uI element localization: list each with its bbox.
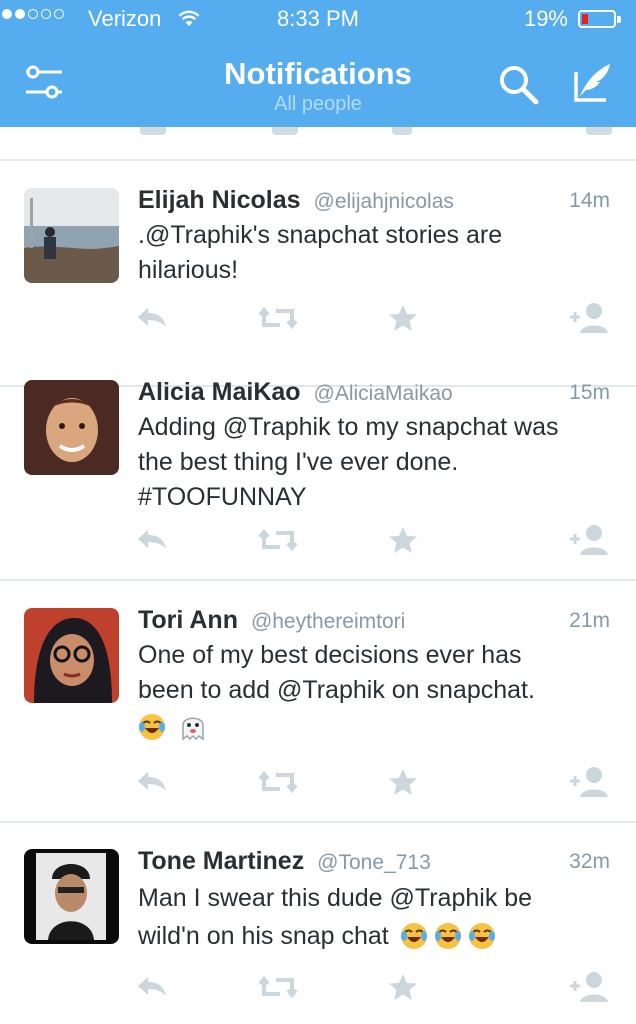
- follow-user-icon[interactable]: [568, 765, 612, 799]
- avatar[interactable]: [24, 608, 119, 703]
- retweet-icon[interactable]: [258, 523, 298, 557]
- ghost-icon: [182, 717, 204, 741]
- face-with-tears-of-joy-icon: [400, 923, 427, 949]
- tweet-author[interactable]: Elijah Nicolas @elijahjnicolas: [138, 186, 454, 215]
- author-name[interactable]: Alicia MaiKao: [138, 378, 301, 406]
- avatar[interactable]: [24, 849, 119, 944]
- avatar[interactable]: [24, 380, 119, 475]
- retweet-icon[interactable]: [258, 765, 298, 799]
- author-handle[interactable]: @heythereimtori: [251, 610, 405, 633]
- tweet-text: .@Traphik's snapchat stories are hilario…: [138, 221, 503, 284]
- nav-header: Verizon 8:33 PM 19% Notifications All pe…: [0, 0, 636, 127]
- battery-icon: [578, 10, 616, 28]
- face-with-tears-of-joy-icon: [468, 923, 495, 949]
- tweet-item[interactable]: Tori Ann @heythereimtori 21m One of my b…: [0, 581, 636, 823]
- page-subtitle[interactable]: All people: [0, 93, 636, 116]
- tweet-item[interactable]: Tone Martinez @Tone_713 32m Man I swear …: [0, 822, 636, 1024]
- status-bar: Verizon 8:33 PM 19%: [0, 0, 636, 40]
- author-name[interactable]: Tone Martinez: [138, 847, 304, 875]
- tweet-text: One of my best decisions ever has been t…: [138, 638, 618, 745]
- reply-icon[interactable]: [136, 765, 168, 799]
- follow-user-icon[interactable]: [568, 301, 612, 335]
- reply-icon[interactable]: [136, 523, 168, 557]
- page-title: Notifications: [224, 56, 412, 91]
- retweet-icon[interactable]: [258, 970, 298, 1004]
- avatar[interactable]: [24, 188, 119, 283]
- tweet-timestamp: 21m: [569, 609, 610, 632]
- author-name[interactable]: Tori Ann: [138, 606, 238, 634]
- search-icon[interactable]: [496, 62, 540, 106]
- favorite-star-icon[interactable]: [388, 301, 418, 335]
- compose-tweet-icon[interactable]: [570, 60, 614, 104]
- tweet-timestamp: 32m: [569, 850, 610, 873]
- favorite-star-icon[interactable]: [388, 765, 418, 799]
- tweet-timestamp: 14m: [569, 189, 610, 212]
- tweet-text: Adding @Traphik to my snapchat was the b…: [138, 413, 559, 511]
- tweet-timestamp: 15m: [569, 381, 610, 404]
- favorite-star-icon[interactable]: [388, 970, 418, 1004]
- reply-icon[interactable]: [136, 970, 168, 1004]
- author-handle[interactable]: @AliciaMaikao: [314, 382, 453, 405]
- tweet-author[interactable]: Tone Martinez @Tone_713: [138, 847, 431, 876]
- tweet-author[interactable]: Tori Ann @heythereimtori: [138, 606, 405, 635]
- face-with-tears-of-joy-icon: [139, 714, 165, 740]
- reply-icon[interactable]: [136, 301, 168, 335]
- face-with-tears-of-joy-icon: [434, 923, 461, 949]
- follow-user-icon[interactable]: [568, 970, 612, 1004]
- favorite-star-icon[interactable]: [388, 523, 418, 557]
- follow-user-icon[interactable]: [568, 523, 612, 557]
- tweet-actions: [0, 970, 636, 1004]
- author-name[interactable]: Elijah Nicolas: [138, 186, 301, 214]
- previous-tweet-actions: [0, 127, 636, 139]
- tweet-actions: [0, 765, 636, 799]
- author-handle[interactable]: @elijahjnicolas: [314, 190, 454, 213]
- tweet-text: Man I swear this dude @Traphik be wild'n…: [138, 884, 533, 950]
- retweet-icon[interactable]: [258, 301, 298, 335]
- tweet-actions: [0, 523, 636, 557]
- battery-percentage: 19%: [523, 6, 568, 31]
- author-handle[interactable]: @Tone_713: [317, 851, 431, 874]
- tweet-author[interactable]: Alicia MaiKao @AliciaMaikao: [138, 378, 453, 407]
- tweet-actions: [0, 301, 636, 335]
- tweet-item[interactable]: Alicia MaiKao @AliciaMaikao 15m Adding @…: [0, 353, 636, 581]
